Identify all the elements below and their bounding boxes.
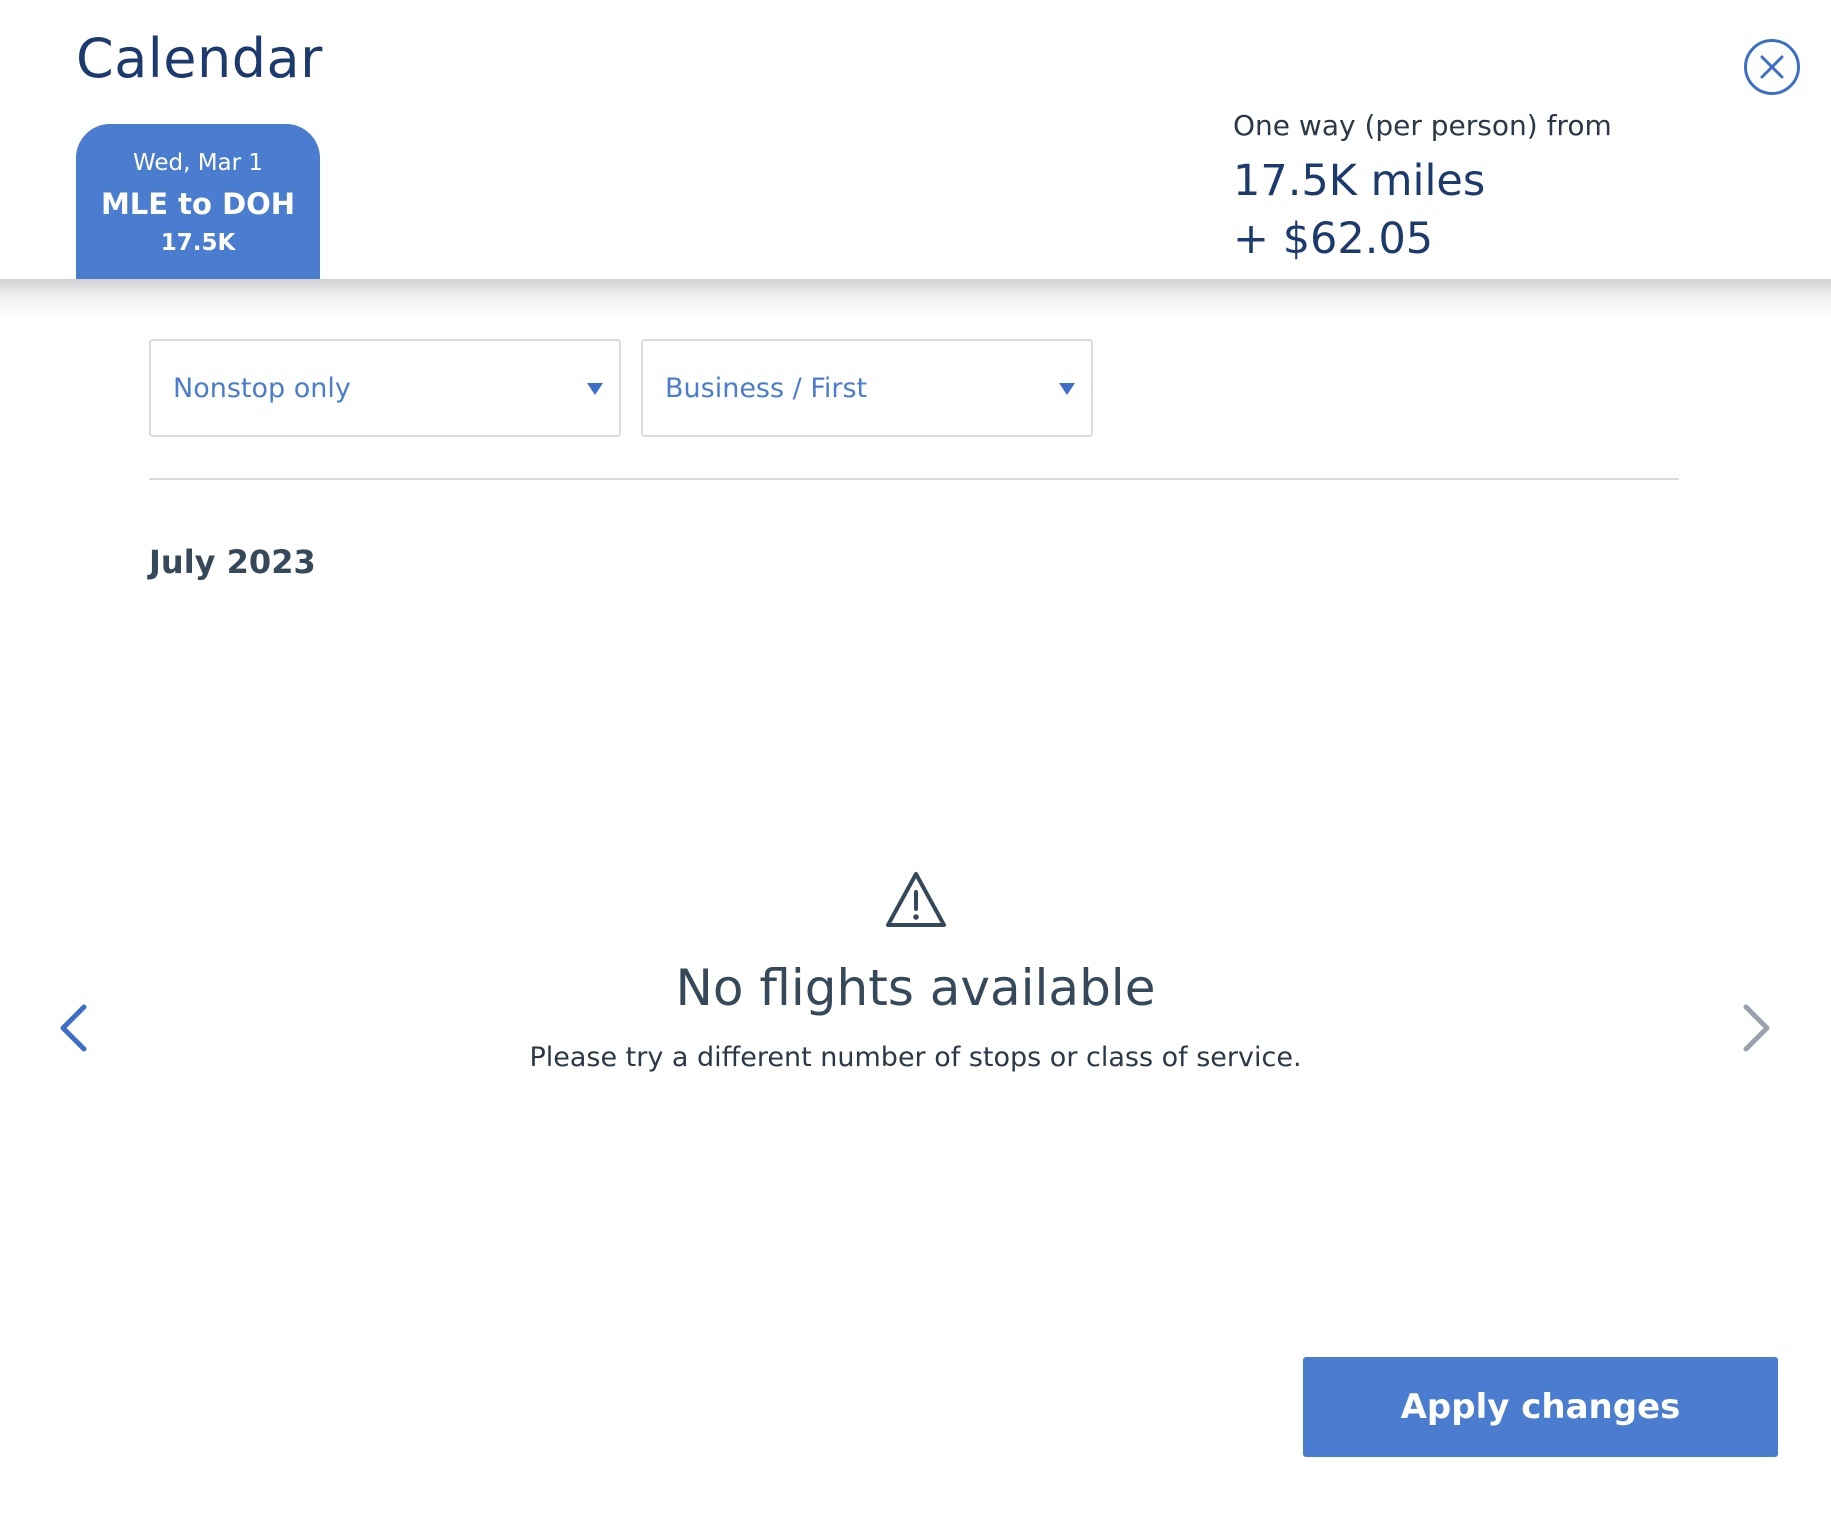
close-button[interactable] <box>1743 38 1801 96</box>
warning-icon <box>885 872 946 927</box>
cabin-select-value: Business / First <box>665 373 868 404</box>
date-tab-selected[interactable]: Wed, Mar 1 MLE to DOH 17.5K <box>76 124 320 279</box>
calendar-modal: Calendar Wed, Mar 1 MLE to DOH 17.5K One… <box>0 0 1831 1520</box>
divider <box>149 478 1679 480</box>
fare-summary: One way (per person) from 17.5K miles + … <box>1233 106 1733 268</box>
empty-state-title: No flights available <box>675 959 1156 1017</box>
stops-select[interactable]: Nonstop only <box>149 339 621 437</box>
fare-cash: + $62.05 <box>1233 214 1434 264</box>
apply-changes-button[interactable]: Apply changes <box>1303 1357 1778 1457</box>
empty-state: No flights available Please try a differ… <box>0 870 1831 1078</box>
header-shadow <box>0 279 1831 323</box>
page-title: Calendar <box>76 27 323 90</box>
caret-down-icon <box>587 383 603 395</box>
date-tab-date: Wed, Mar 1 <box>132 150 264 176</box>
calendar-header: Calendar Wed, Mar 1 MLE to DOH 17.5K One… <box>0 0 1831 279</box>
date-tab-price: 17.5K <box>160 230 236 256</box>
stops-select-value: Nonstop only <box>173 373 351 404</box>
cabin-select[interactable]: Business / First <box>641 339 1093 437</box>
empty-state-description: Please try a different number of stops o… <box>529 1042 1302 1073</box>
caret-down-icon <box>1059 383 1075 395</box>
fare-miles: 17.5K miles <box>1233 156 1486 206</box>
fare-label: One way (per person) from <box>1233 109 1612 142</box>
close-circle-icon <box>1744 39 1800 95</box>
date-tab-route: MLE to DOH <box>100 187 296 221</box>
month-label: July 2023 <box>149 543 316 581</box>
